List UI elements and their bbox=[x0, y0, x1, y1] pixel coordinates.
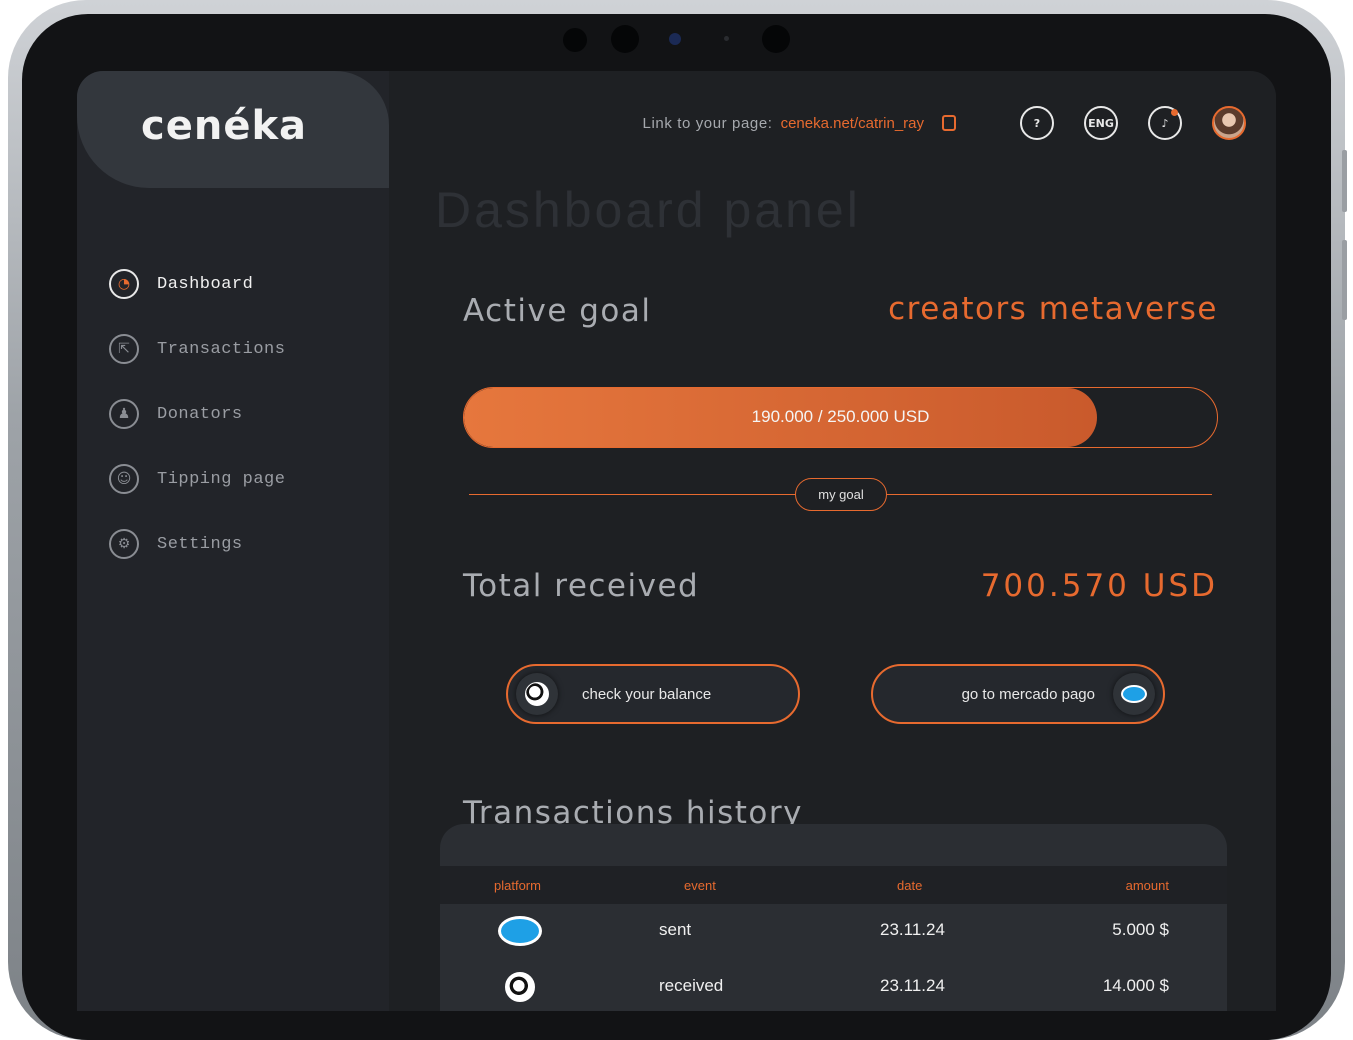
page-link[interactable]: ceneka.net/catrin_ray bbox=[781, 115, 924, 132]
sidebar-item-transactions[interactable]: ⇱ Transactions bbox=[109, 332, 285, 366]
globe-icon bbox=[525, 682, 549, 706]
sensor-dot bbox=[563, 28, 587, 52]
page-link-label: Link to your page: bbox=[642, 114, 773, 132]
help-icon[interactable]: ? bbox=[1020, 106, 1054, 140]
column-header-amount[interactable]: amount bbox=[1126, 878, 1169, 893]
side-button bbox=[1342, 240, 1347, 320]
sensor-dot bbox=[611, 25, 639, 53]
logo-box: cenéka bbox=[77, 71, 389, 188]
globe-icon bbox=[505, 972, 535, 1002]
circle bbox=[1113, 673, 1155, 715]
mercado-pago-icon bbox=[1121, 685, 1147, 703]
user-icon: ☺ bbox=[109, 464, 139, 494]
circle bbox=[516, 673, 558, 715]
total-received-label: Total received bbox=[463, 568, 700, 604]
column-header-platform[interactable]: platform bbox=[494, 878, 541, 893]
copy-icon[interactable] bbox=[942, 115, 956, 131]
sidebar-item-settings[interactable]: ⚙ Settings bbox=[109, 527, 285, 561]
sidebar-item-label: Donators bbox=[157, 404, 243, 424]
dashboard-icon: ◔ bbox=[109, 269, 139, 299]
topbar: Link to your page: ceneka.net/catrin_ray… bbox=[643, 106, 1246, 140]
main-panel: Link to your page: ceneka.net/catrin_ray… bbox=[389, 71, 1276, 1011]
table-row[interactable]: sent 23.11.24 5.000 $ bbox=[440, 904, 1227, 960]
goal-progress-bar: 190.000 / 250.000 USD bbox=[463, 387, 1218, 448]
side-button bbox=[1342, 150, 1347, 212]
check-balance-button[interactable]: check your balance bbox=[506, 664, 800, 724]
sidebar: cenéka ◔ Dashboard ⇱ Transactions ♟ Dona… bbox=[77, 71, 389, 1011]
column-header-event[interactable]: event bbox=[684, 878, 716, 893]
date-cell: 23.11.24 bbox=[880, 976, 945, 995]
mercado-pago-label: go to mercado pago bbox=[961, 685, 1095, 703]
sensor-dot bbox=[762, 25, 790, 53]
my-goal-button[interactable]: my goal bbox=[795, 478, 887, 511]
bell-icon[interactable]: ♪ bbox=[1148, 106, 1182, 140]
amount-cell: 14.000 $ bbox=[1102, 976, 1169, 995]
sidebar-item-dashboard[interactable]: ◔ Dashboard bbox=[109, 267, 285, 301]
goal-progress-text: 190.000 / 250.000 USD bbox=[751, 407, 930, 426]
sidebar-item-label: Tipping page bbox=[157, 469, 286, 489]
sidebar-nav: ◔ Dashboard ⇱ Transactions ♟ Donators ☺ … bbox=[109, 267, 285, 592]
sidebar-item-tipping-page[interactable]: ☺ Tipping page bbox=[109, 462, 285, 496]
sidebar-item-label: Dashboard bbox=[157, 274, 254, 294]
transactions-table: platform event date amount sent 23.11.24… bbox=[440, 824, 1227, 1011]
camera-lens bbox=[669, 33, 681, 45]
screen: cenéka ◔ Dashboard ⇱ Transactions ♟ Dona… bbox=[77, 71, 1276, 1011]
avatar[interactable] bbox=[1212, 106, 1246, 140]
check-balance-label: check your balance bbox=[582, 685, 712, 703]
total-received-value: 700.570 USD bbox=[980, 568, 1218, 604]
logo[interactable]: cenéka bbox=[141, 103, 307, 149]
event-cell: received bbox=[659, 976, 724, 995]
mercado-pago-icon bbox=[498, 916, 542, 946]
table-body: sent 23.11.24 5.000 $ received 23.11.24 … bbox=[440, 904, 1227, 1011]
sidebar-item-label: Transactions bbox=[157, 339, 286, 359]
donators-icon: ♟ bbox=[109, 399, 139, 429]
transactions-icon: ⇱ bbox=[109, 334, 139, 364]
notification-badge bbox=[1171, 109, 1178, 116]
active-goal-label: Active goal bbox=[463, 293, 652, 329]
table-row[interactable]: received 23.11.24 14.000 $ bbox=[440, 960, 1227, 1011]
page-title: Dashboard panel bbox=[435, 182, 861, 238]
event-cell: sent bbox=[659, 920, 692, 939]
gear-icon: ⚙ bbox=[109, 529, 139, 559]
amount-cell: 5.000 $ bbox=[1112, 920, 1169, 939]
sidebar-item-label: Settings bbox=[157, 534, 243, 554]
language-button[interactable]: ENG bbox=[1084, 106, 1118, 140]
date-cell: 23.11.24 bbox=[880, 920, 945, 939]
sensor-dot bbox=[724, 36, 729, 41]
mercado-pago-button[interactable]: go to mercado pago bbox=[871, 664, 1165, 724]
column-header-date[interactable]: date bbox=[897, 878, 922, 893]
table-header: platform event date amount bbox=[440, 866, 1227, 904]
active-goal-name: creators metaverse bbox=[888, 291, 1218, 327]
sidebar-item-donators[interactable]: ♟ Donators bbox=[109, 397, 285, 431]
